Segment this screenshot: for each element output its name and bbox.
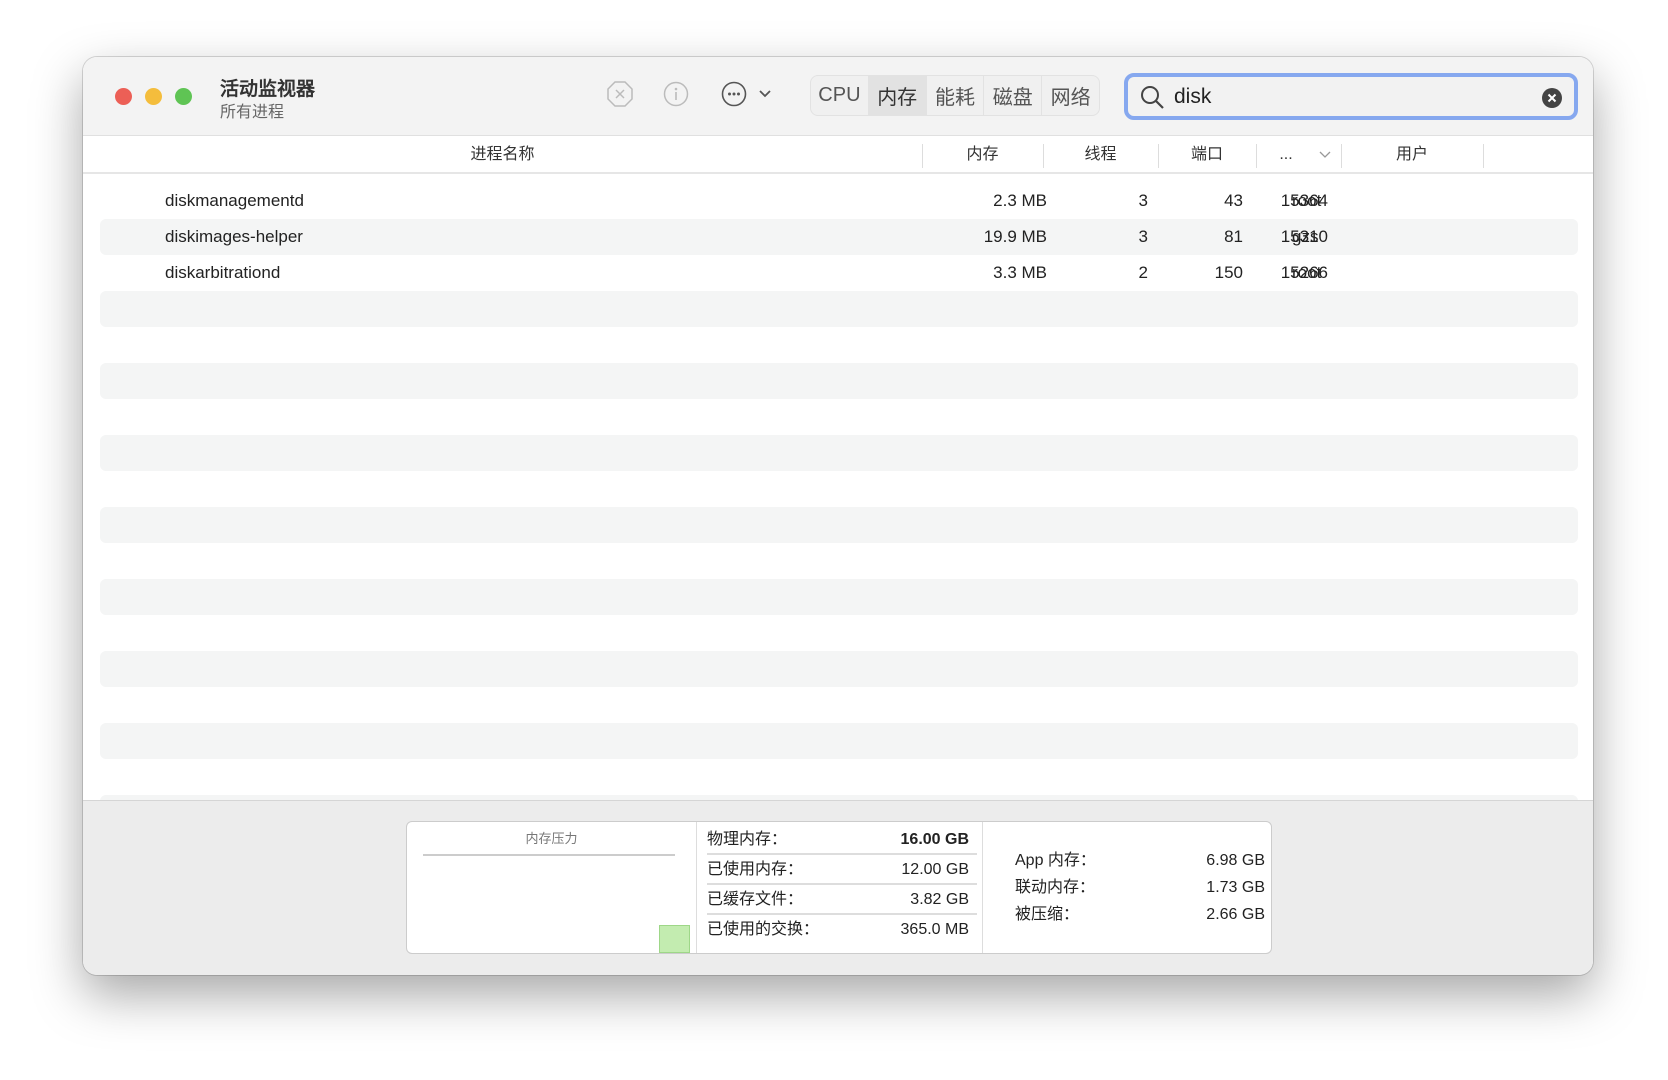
empty-row — [100, 543, 1578, 579]
empty-row — [100, 291, 1578, 327]
detail-label: 被压缩： — [1015, 906, 1080, 923]
minimize-window-button[interactable] — [145, 88, 162, 105]
process-table: diskmanagementd 2.3 MB 3 43 15364 root diskima… — [83, 174, 1593, 800]
detail-value: 2.66 GB — [1206, 906, 1265, 923]
stat-label: 已使用内存： — [707, 861, 804, 878]
memory-summary-panel: 内存压力 物理内存： 16.00 GB 已使用内存： 12.00 GB 已缓存文件：… — [406, 821, 1272, 954]
memory-stats: 物理内存： 16.00 GB 已使用内存： 12.00 GB 已缓存文件： 3.82 … — [696, 822, 983, 953]
clear-search-icon[interactable] — [1542, 88, 1562, 108]
table-header: 进程名称 内存 线程 端口 ... 用户 — [83, 136, 1593, 174]
memory-pressure-graph — [659, 925, 690, 953]
tab-disk[interactable]: 磁盘 — [984, 76, 1043, 115]
column-pid[interactable]: ... — [1256, 136, 1316, 174]
empty-row — [100, 363, 1578, 399]
close-window-button[interactable] — [115, 88, 132, 105]
cell-user: root — [1292, 191, 1322, 210]
cell-name: diskimages-helper — [165, 227, 303, 246]
tab-memory[interactable]: 内存 — [868, 76, 927, 115]
sort-chevron-icon[interactable] — [1319, 151, 1331, 160]
cell-memory: 19.9 MB — [983, 227, 1047, 246]
empty-row — [100, 651, 1578, 687]
tab-energy[interactable]: 能耗 — [927, 76, 985, 115]
empty-row — [100, 327, 1578, 363]
cell-ports: 43 — [1224, 191, 1243, 210]
stop-icon[interactable] — [605, 79, 635, 109]
memory-footer: 内存压力 物理内存： 16.00 GB 已使用内存： 12.00 GB 已缓存文件：… — [83, 800, 1593, 975]
stat-value: 365.0 MB — [900, 921, 969, 938]
column-threads[interactable]: 线程 — [1043, 136, 1158, 174]
cell-name: diskmanagementd — [165, 191, 304, 210]
empty-row — [100, 471, 1578, 507]
cell-memory: 2.3 MB — [993, 191, 1047, 210]
window-subtitle: 所有进程 — [220, 104, 285, 121]
window-title: 活动监视器 — [220, 79, 316, 100]
info-icon[interactable] — [661, 79, 691, 109]
detail-value: 6.98 GB — [1206, 852, 1265, 869]
stat-value: 3.82 GB — [910, 891, 969, 908]
cell-name: diskarbitrationd — [165, 263, 281, 282]
stat-label: 已缓存文件： — [707, 891, 804, 908]
empty-row — [100, 723, 1578, 759]
empty-row — [100, 579, 1578, 615]
column-ports[interactable]: 端口 — [1158, 136, 1256, 174]
tab-network[interactable]: 网络 — [1042, 76, 1099, 115]
tab-cpu[interactable]: CPU — [811, 76, 869, 115]
search-value: disk — [1174, 85, 1212, 108]
cell-ports: 150 — [1214, 263, 1243, 282]
memory-pressure-label: 内存压力 — [525, 831, 578, 846]
cell-user: root — [1292, 263, 1322, 282]
cell-threads: 2 — [1138, 263, 1148, 282]
column-user[interactable]: 用户 — [1341, 136, 1483, 174]
table-row[interactable]: diskimages-helper 19.9 MB 3 81 15310 gzs — [100, 219, 1578, 255]
cell-threads: 3 — [1138, 227, 1148, 246]
empty-row — [100, 435, 1578, 471]
cell-ports: 81 — [1224, 227, 1243, 246]
activity-monitor-window: 活动监视器 所有进程 CPU 内存 能耗 磁盘 网络 disk 进程名称 内存 … — [83, 57, 1593, 975]
search-input[interactable]: disk — [1124, 73, 1578, 120]
category-tabs: CPU 内存 能耗 磁盘 网络 — [810, 75, 1100, 116]
search-icon — [1141, 86, 1164, 109]
empty-row — [100, 687, 1578, 723]
zoom-window-button[interactable] — [175, 88, 192, 105]
detail-label: 联动内存： — [1015, 879, 1096, 896]
cell-threads: 3 — [1138, 191, 1148, 210]
chevron-down-icon[interactable] — [750, 79, 780, 109]
stat-label: 已使用的交换： — [707, 921, 820, 938]
stat-value: 16.00 GB — [900, 831, 969, 848]
stat-value: 12.00 GB — [901, 861, 969, 878]
detail-label: App 内存： — [1015, 852, 1096, 869]
empty-row — [100, 759, 1578, 795]
toolbar: 活动监视器 所有进程 CPU 内存 能耗 磁盘 网络 disk — [83, 57, 1593, 136]
table-row[interactable]: diskarbitrationd 3.3 MB 2 150 15266 root — [100, 255, 1578, 291]
more-icon[interactable] — [719, 79, 749, 109]
stat-label: 物理内存： — [707, 831, 788, 848]
cell-user: gzs — [1292, 227, 1319, 246]
cell-memory: 3.3 MB — [993, 263, 1047, 282]
column-process-name[interactable]: 进程名称 — [83, 136, 922, 174]
column-memory[interactable]: 内存 — [922, 136, 1043, 174]
empty-row — [100, 507, 1578, 543]
empty-row — [100, 399, 1578, 435]
table-row[interactable]: diskmanagementd 2.3 MB 3 43 15364 root — [100, 183, 1578, 219]
detail-value: 1.73 GB — [1206, 879, 1265, 896]
empty-row — [100, 615, 1578, 651]
